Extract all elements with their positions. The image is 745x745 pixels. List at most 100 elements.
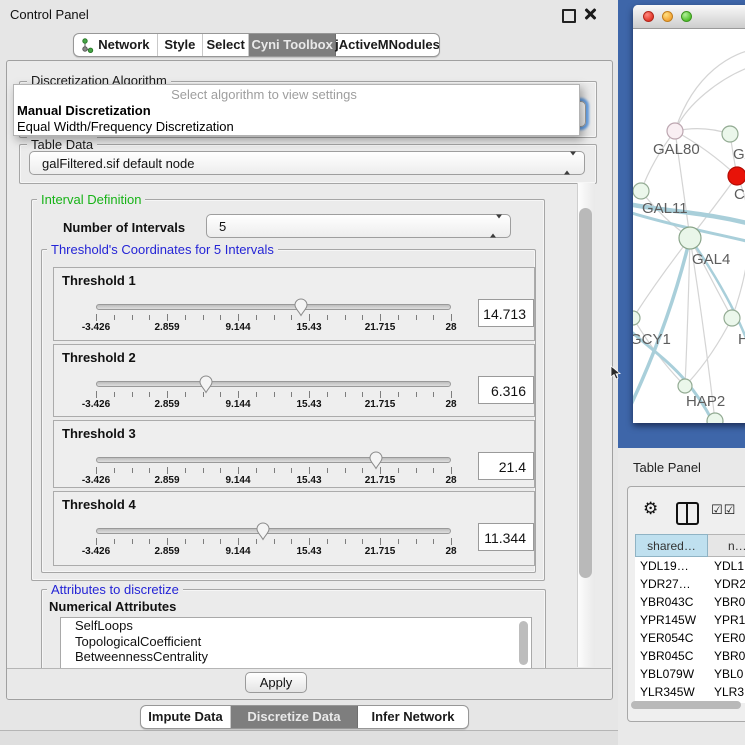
slider-tick	[114, 468, 115, 473]
network-node[interactable]	[667, 123, 683, 139]
network-canvas[interactable]: GAL80GALCGAL11GAL4GCY1HHAP2	[633, 29, 745, 423]
dropdown-item-manual-discretization[interactable]: Manual Discretization	[17, 103, 151, 118]
numerical-attributes-list[interactable]: SelfLoopsTopologicalCoefficientBetweenne…	[60, 617, 532, 669]
number-of-intervals-combobox[interactable]: 5	[206, 214, 511, 238]
combo-arrows-icon	[564, 156, 576, 171]
slider-handle[interactable]	[293, 297, 309, 317]
table-cell[interactable]: YDR27…	[635, 575, 708, 593]
float-window-icon[interactable]	[562, 9, 576, 23]
network-node[interactable]	[728, 167, 745, 185]
network-edge[interactable]	[641, 131, 675, 191]
tab-discretize-data[interactable]: Discretize Data	[231, 706, 358, 728]
column-header-name[interactable]: n…	[708, 534, 745, 557]
table-cell[interactable]: YBR0	[708, 647, 745, 665]
close-icon[interactable]	[584, 8, 596, 20]
slider-tick	[345, 392, 346, 397]
slider-handle[interactable]	[198, 374, 214, 394]
network-node[interactable]	[724, 310, 740, 326]
group-title: Attributes to discretize	[47, 582, 183, 597]
table-cell[interactable]: YDL1	[708, 557, 744, 575]
table-data-combobox[interactable]: galFiltered.sif default node	[29, 151, 585, 175]
network-view-window[interactable]: GAL80GALCGAL11GAL4GCY1HHAP2	[633, 5, 745, 423]
slider-track[interactable]	[96, 528, 451, 534]
slider-handle[interactable]	[368, 450, 384, 470]
attribute-list-item[interactable]: SelfLoops	[61, 618, 531, 634]
slider-tick	[291, 392, 292, 397]
table-cell[interactable]: YBR0	[708, 593, 745, 611]
table-cell[interactable]: YER0	[708, 629, 745, 647]
select-columns-icons[interactable]: ☑☑	[711, 503, 736, 518]
table-horizontal-scrollbar[interactable]	[631, 701, 741, 709]
network-node[interactable]	[633, 183, 649, 199]
table-cell[interactable]: YER054C	[635, 629, 708, 647]
slider-handle[interactable]	[255, 521, 271, 541]
tab-cyni-toolbox[interactable]: Cyni Toolbox	[249, 34, 336, 56]
list-scrollbar[interactable]	[519, 621, 528, 665]
table-cell[interactable]: YPR145W	[635, 611, 708, 629]
table-cell[interactable]: YBR043C	[635, 593, 708, 611]
network-edge[interactable]	[633, 318, 685, 386]
slider-tick	[167, 391, 168, 398]
zoom-traffic-light[interactable]	[681, 11, 692, 22]
slider-tick	[256, 392, 257, 397]
table-row[interactable]: YDL19… YDL1	[635, 557, 745, 575]
tab-select[interactable]: Select	[203, 34, 249, 56]
attribute-list-item[interactable]: BetweennessCentrality	[61, 649, 531, 665]
threshold-value-field[interactable]: 11.344	[478, 523, 534, 551]
slider-tick-label: 21.715	[358, 546, 402, 557]
table-row[interactable]: YDR27… YDR2	[635, 575, 745, 593]
apply-button[interactable]: Apply	[245, 672, 307, 693]
network-node[interactable]	[679, 227, 701, 249]
slider-track[interactable]	[96, 304, 451, 310]
network-window-titlebar[interactable]	[633, 5, 745, 29]
dropdown-prompt-item[interactable]: Select algorithm to view settings	[14, 87, 514, 102]
table-row[interactable]: YBR043C YBR0	[635, 593, 745, 611]
slider-track[interactable]	[96, 457, 451, 463]
table-row[interactable]: YBR045C YBR0	[635, 647, 745, 665]
table-cell[interactable]: YBR045C	[635, 647, 708, 665]
table-row[interactable]: YBL079W YBL0	[635, 665, 745, 683]
split-columns-icon[interactable]	[676, 502, 699, 525]
network-node[interactable]	[722, 126, 738, 142]
minimize-traffic-light[interactable]	[662, 11, 673, 22]
network-edge[interactable]	[675, 64, 745, 131]
tab-infer-network[interactable]: Infer Network	[358, 706, 468, 728]
table-cell[interactable]: YBL0	[708, 665, 743, 683]
table-row[interactable]: YPR145W YPR1	[635, 611, 745, 629]
threshold-value-field[interactable]: 21.4	[478, 452, 534, 480]
network-node[interactable]	[707, 413, 723, 423]
dropdown-item-equal-width[interactable]: Equal Width/Frequency Discretization	[17, 119, 234, 134]
close-traffic-light[interactable]	[643, 11, 654, 22]
network-node[interactable]	[678, 379, 692, 393]
slider-tick	[203, 539, 204, 544]
attribute-list-item[interactable]: TopologicalCoefficient	[61, 634, 531, 650]
table-row[interactable]: YER054C YER0	[635, 629, 745, 647]
network-edge[interactable]	[633, 238, 690, 318]
slider-tick	[398, 392, 399, 397]
network-edge[interactable]	[685, 318, 732, 386]
table-cell[interactable]: YLR3	[708, 683, 744, 701]
tab-label: Discretize Data	[247, 706, 340, 728]
table-cell[interactable]: YDL19…	[635, 557, 708, 575]
network-node[interactable]	[633, 311, 640, 325]
table-cell[interactable]: YLR345W	[635, 683, 708, 701]
table-cell[interactable]: YBL079W	[635, 665, 708, 683]
table-row[interactable]: YLR345W YLR3	[635, 683, 745, 701]
tab-network[interactable]: Network	[74, 34, 158, 56]
tab-impute-data[interactable]: Impute Data	[141, 706, 231, 728]
threshold-value-field[interactable]: 6.316	[478, 376, 534, 404]
slider-tick	[256, 468, 257, 473]
column-header-shared[interactable]: shared…	[635, 534, 708, 557]
slider-track[interactable]	[96, 381, 451, 387]
table-cell[interactable]: YPR1	[708, 611, 745, 629]
slider-tick	[185, 539, 186, 544]
tab-style[interactable]: Style	[158, 34, 203, 56]
threshold-value-field[interactable]: 14.713	[478, 299, 534, 327]
table-cell[interactable]: YDR2	[708, 575, 745, 593]
tab-jactivemnodules[interactable]: jActiveMNodules	[336, 34, 439, 56]
slider-tick-label: 15.43	[287, 475, 331, 486]
settings-scrollbar-thumb[interactable]	[579, 208, 592, 578]
slider-tick	[114, 539, 115, 544]
slider-tick	[203, 468, 204, 473]
gear-icon[interactable]: ⚙	[643, 499, 658, 519]
